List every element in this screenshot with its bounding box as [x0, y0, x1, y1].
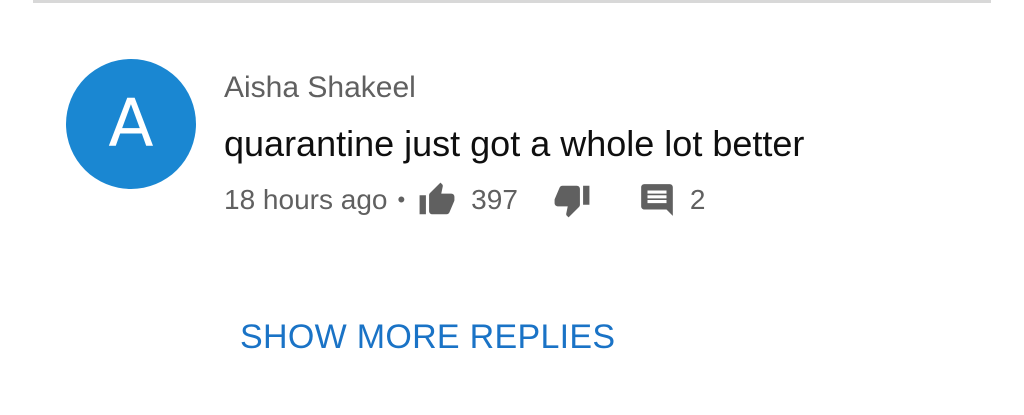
comment-icon: [641, 184, 673, 216]
top-divider: [33, 0, 991, 3]
thumbs-up-icon: [419, 182, 455, 215]
separator-dot: •: [397, 187, 406, 212]
comment-actions: 18 hours ago • 397 2: [224, 178, 705, 222]
dislike-button[interactable]: [552, 181, 592, 219]
like-button[interactable]: [417, 181, 457, 219]
comment-text: quarantine just got a whole lot better: [224, 123, 805, 164]
avatar-letter: A: [108, 85, 154, 162]
thumbs-down-icon: [554, 185, 590, 218]
avatar[interactable]: A: [66, 59, 196, 189]
reply-button[interactable]: [638, 181, 676, 219]
reply-count: 2: [689, 184, 706, 215]
show-more-replies-button[interactable]: SHOW MORE REPLIES: [240, 316, 615, 358]
like-count: 397: [471, 184, 518, 215]
comment-timestamp: 18 hours ago: [224, 184, 388, 215]
comment-author[interactable]: Aisha Shakeel: [224, 70, 416, 106]
